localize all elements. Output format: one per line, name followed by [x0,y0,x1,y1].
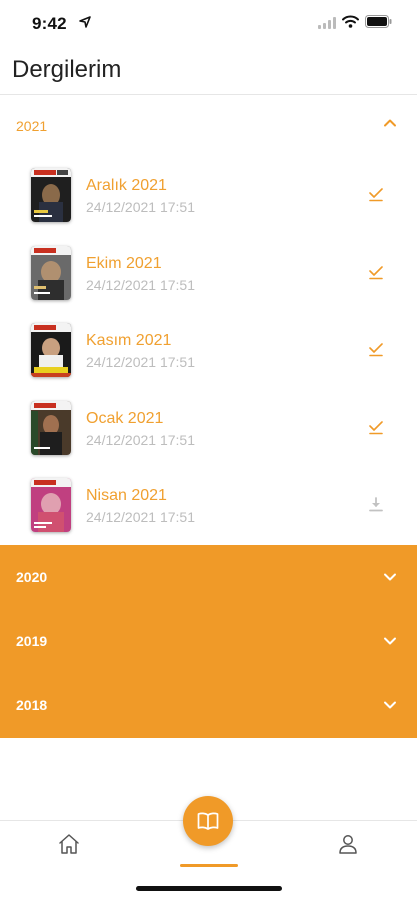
magazines-tab-button[interactable] [183,796,233,846]
year-header-2020[interactable]: 2020 [0,545,417,609]
year-label: 2018 [16,697,48,713]
status-time: 9:42 [32,14,67,33]
magazine-title: Nisan 2021 [86,487,167,504]
magazine-item[interactable]: Ekim 2021 24/12/2021 17:51 [0,233,417,311]
magazine-cover [31,168,71,222]
magazine-cover [31,400,71,455]
home-icon[interactable] [58,833,80,855]
chevron-down-icon [384,701,396,709]
chevron-up-icon [384,119,396,127]
magazine-date: 24/12/2021 17:51 [86,199,195,215]
chevron-down-icon [384,573,396,581]
profile-icon[interactable] [337,833,359,855]
magazine-title: Ekim 2021 [86,254,162,272]
active-tab-indicator [180,864,238,867]
battery-icon [365,15,392,28]
year-label: 2020 [16,569,48,585]
magazine-cover [31,478,71,532]
magazine-date: 24/12/2021 17:51 [86,354,195,370]
year-label: 2019 [16,633,48,649]
status-bar: 9:42 [0,0,417,48]
check-download-icon[interactable] [368,186,384,202]
magazine-title: Aralık 2021 [86,177,167,194]
check-download-icon[interactable] [368,341,384,357]
year-header-2021[interactable]: 2021 [0,95,417,155]
magazine-cover [31,323,71,377]
home-indicator [136,886,282,891]
magazine-item[interactable]: Nisan 2021 24/12/2021 17:51 [0,465,417,543]
magazine-cover [31,245,71,300]
magazine-date: 24/12/2021 17:51 [86,431,195,448]
check-download-icon[interactable] [368,419,384,435]
magazine-date: 24/12/2021 17:51 [86,276,195,293]
wifi-icon [342,15,359,28]
cellular-signal-icon [318,17,336,29]
magazine-title: Kasım 2021 [86,332,172,349]
magazine-list: Aralık 2021 24/12/2021 17:51 Ekim 2021 2… [0,155,417,543]
year-header-2019[interactable]: 2019 [0,609,417,673]
magazine-date: 24/12/2021 17:51 [86,509,195,525]
page-title: Dergilerim [12,56,122,83]
magazine-title: Ocak 2021 [86,409,164,427]
year-header-2018[interactable]: 2018 [0,673,417,737]
magazine-item[interactable]: Kasım 2021 24/12/2021 17:51 [0,310,417,388]
check-download-icon[interactable] [368,264,384,280]
location-arrow-icon [79,16,91,28]
download-icon[interactable] [368,496,384,512]
collapsed-years: 2020 2019 2018 [0,545,417,738]
magazine-icon [197,812,219,830]
magazine-item[interactable]: Aralık 2021 24/12/2021 17:51 [0,155,417,233]
magazine-item[interactable]: Ocak 2021 24/12/2021 17:51 [0,388,417,466]
year-label: 2021 [16,118,48,134]
chevron-down-icon [384,637,396,645]
